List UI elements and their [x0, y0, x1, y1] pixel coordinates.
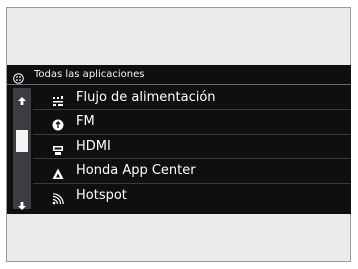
- scroll-up-icon[interactable]: [17, 91, 27, 105]
- scroll-down-icon[interactable]: [17, 196, 27, 210]
- list-item-label: Honda App Center: [76, 163, 196, 179]
- app-center-icon: [52, 165, 64, 180]
- list-item-hdmi[interactable]: HDMI: [33, 135, 351, 160]
- list-item-label: FM: [76, 114, 95, 130]
- list-header: Todas las aplicaciones: [7, 65, 351, 85]
- feed-icon: [52, 92, 64, 106]
- apps-grid-icon[interactable]: [13, 69, 24, 84]
- list-item-feed[interactable]: Flujo de alimentación: [33, 86, 351, 111]
- hdmi-icon: [52, 141, 64, 155]
- wifi-hotspot-icon: [52, 190, 64, 204]
- list-item-honda-app-center[interactable]: Honda App Center: [33, 159, 351, 184]
- infotainment-screen: Todas las aplicaciones Flujo de alimenta…: [7, 65, 351, 214]
- app-list: Flujo de alimentación FM HDMI Honda App …: [33, 86, 351, 208]
- page-title: Todas las aplicaciones: [34, 69, 145, 80]
- scrollbar[interactable]: [13, 88, 31, 210]
- list-item-hotspot[interactable]: Hotspot: [33, 184, 351, 208]
- list-item-label: Flujo de alimentación: [76, 90, 216, 105]
- list-item-label: Hotspot: [76, 187, 127, 203]
- list-item-fm[interactable]: FM: [33, 110, 351, 135]
- list-item-label: HDMI: [76, 138, 111, 154]
- scroll-thumb[interactable]: [16, 130, 28, 152]
- radio-icon: [52, 116, 64, 131]
